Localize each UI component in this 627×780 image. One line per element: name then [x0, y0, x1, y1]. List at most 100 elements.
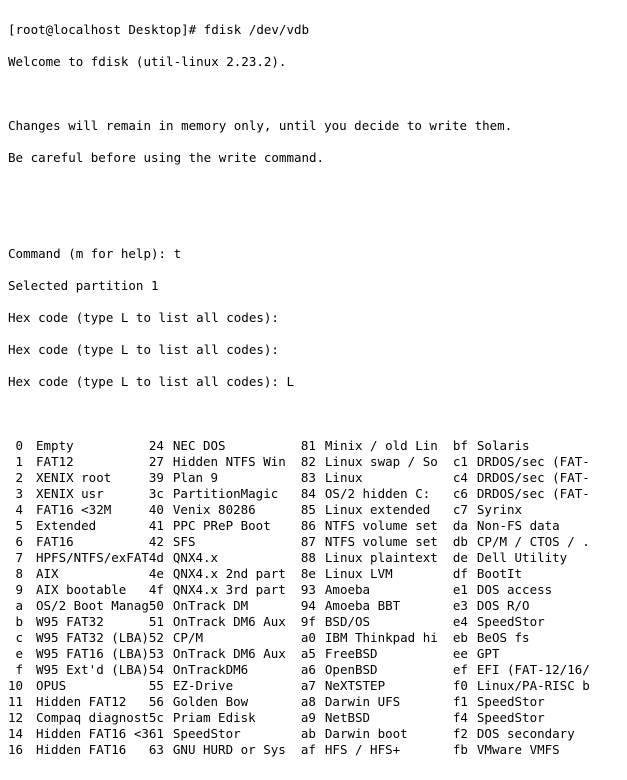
partition-name: FAT16 <32M	[36, 502, 149, 518]
partition-name: BootIt	[477, 566, 590, 582]
partition-hex: 85	[301, 502, 325, 518]
partition-hex: eb	[453, 630, 477, 646]
partition-hex: c4	[453, 470, 477, 486]
partition-hex: 4	[8, 502, 36, 518]
partition-hex: c6	[453, 486, 477, 502]
partition-name: CP/M / CTOS / .	[477, 534, 590, 550]
hex-code-prompt-1: Hex code (type L to list all codes):	[8, 310, 619, 326]
partition-name: DRDOS/sec (FAT-	[477, 486, 590, 502]
partition-name: Linux extended	[325, 502, 453, 518]
partition-hex: 5c	[149, 710, 173, 726]
partition-hex: c1	[453, 454, 477, 470]
partition-hex: 16	[8, 742, 36, 758]
table-row: fW95 Ext'd (LBA)54OnTrackDM6a6OpenBSDefE…	[8, 662, 590, 678]
partition-hex: 11	[8, 694, 36, 710]
partition-hex: ef	[453, 662, 477, 678]
partition-hex: 9f	[301, 614, 325, 630]
partition-hex: a	[8, 598, 36, 614]
partition-hex: e	[8, 646, 36, 662]
partition-name: DOS R/O	[477, 598, 590, 614]
partition-name: FreeBSD	[325, 646, 453, 662]
partition-hex: 82	[301, 454, 325, 470]
partition-hex: a7	[301, 678, 325, 694]
partition-hex: 55	[149, 678, 173, 694]
partition-name: Solaris	[477, 438, 590, 454]
partition-hex: 51	[149, 614, 173, 630]
table-row: 5Extended41PPC PReP Boot86NTFS volume se…	[8, 518, 590, 534]
partition-name: NetBSD	[325, 710, 453, 726]
partition-name: Linux/PA-RISC b	[477, 678, 590, 694]
partition-hex: 53	[149, 646, 173, 662]
partition-hex: 84	[301, 486, 325, 502]
partition-hex: 1	[8, 454, 36, 470]
careful-line: Be careful before using the write comman…	[8, 150, 619, 166]
partition-name: BeOS fs	[477, 630, 590, 646]
partition-name: Linux	[325, 470, 453, 486]
partition-name: Darwin UFS	[325, 694, 453, 710]
partition-hex: 27	[149, 454, 173, 470]
partition-hex: 12	[8, 710, 36, 726]
partition-hex: f1	[453, 694, 477, 710]
partition-name: OnTrack DM	[173, 598, 301, 614]
partition-name: BSD/OS	[325, 614, 453, 630]
table-row: 6FAT1642SFS87NTFS volume setdbCP/M / CTO…	[8, 534, 590, 550]
partition-name: QNX4.x	[173, 550, 301, 566]
partition-hex: 3	[8, 486, 36, 502]
table-row: 11Hidden FAT1256Golden Bowa8Darwin UFSf1…	[8, 694, 590, 710]
partition-hex: f	[8, 662, 36, 678]
partition-name: Hidden NTFS Win	[173, 454, 301, 470]
partition-hex: ee	[453, 646, 477, 662]
partition-name: OnTrackDM6	[173, 662, 301, 678]
partition-hex: 42	[149, 534, 173, 550]
partition-name: OnTrack DM6 Aux	[173, 614, 301, 630]
partition-name: EZ-Drive	[173, 678, 301, 694]
partition-name: IBM Thinkpad hi	[325, 630, 453, 646]
partition-name: GNU HURD or Sys	[173, 742, 301, 758]
command-text: fdisk /dev/vdb	[204, 22, 309, 37]
partition-hex: bf	[453, 438, 477, 454]
partition-hex: 61	[149, 726, 173, 742]
table-row: 4FAT16 <32M40Venix 8028685Linux extended…	[8, 502, 590, 518]
table-row: 10OPUS55EZ-Drivea7NeXTSTEPf0Linux/PA-RIS…	[8, 678, 590, 694]
table-row: 12Compaq diagnost5cPriam Ediska9NetBSDf4…	[8, 710, 590, 726]
partition-hex: a0	[301, 630, 325, 646]
partition-hex: 63	[149, 742, 173, 758]
partition-name: W95 FAT32	[36, 614, 149, 630]
partition-hex: 14	[8, 726, 36, 742]
partition-hex: 2	[8, 470, 36, 486]
partition-hex: a6	[301, 662, 325, 678]
partition-name: SpeedStor	[477, 710, 590, 726]
partition-name: Hidden FAT16	[36, 742, 149, 758]
partition-name: GPT	[477, 646, 590, 662]
partition-name: SFS	[173, 534, 301, 550]
partition-name: W95 Ext'd (LBA)	[36, 662, 149, 678]
partition-name: PartitionMagic	[173, 486, 301, 502]
partition-name: EFI (FAT-12/16/	[477, 662, 590, 678]
blank-line	[8, 406, 619, 422]
hex-code-prompt-2: Hex code (type L to list all codes):	[8, 342, 619, 358]
hex-code-prompt-3: Hex code (type L to list all codes): L	[8, 374, 619, 390]
partition-hex: 6	[8, 534, 36, 550]
partition-hex: 39	[149, 470, 173, 486]
partition-name: Darwin boot	[325, 726, 453, 742]
partition-hex: e1	[453, 582, 477, 598]
partition-name: Non-FS data	[477, 518, 590, 534]
partition-name: CP/M	[173, 630, 301, 646]
partition-name: NTFS volume set	[325, 534, 453, 550]
partition-hex: 9	[8, 582, 36, 598]
partition-hex: e4	[453, 614, 477, 630]
partition-hex: 10	[8, 678, 36, 694]
partition-name: Linux swap / So	[325, 454, 453, 470]
partition-name: W95 FAT16 (LBA)	[36, 646, 149, 662]
partition-hex: 3c	[149, 486, 173, 502]
partition-hex: 50	[149, 598, 173, 614]
partition-hex: 54	[149, 662, 173, 678]
partition-hex: f2	[453, 726, 477, 742]
prompt-line: [root@localhost Desktop]# fdisk /dev/vdb	[8, 22, 619, 38]
partition-hex: 4d	[149, 550, 173, 566]
partition-hex: fb	[453, 742, 477, 758]
partition-hex: c	[8, 630, 36, 646]
shell-prompt: [root@localhost Desktop]#	[8, 22, 204, 37]
blank-line	[8, 214, 619, 230]
partition-name: NTFS volume set	[325, 518, 453, 534]
